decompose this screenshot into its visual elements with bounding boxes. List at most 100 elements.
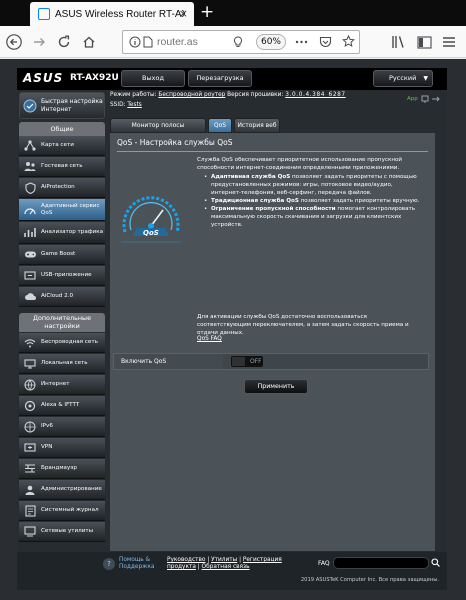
page-title: QoS - Настройка службы QoS: [117, 138, 233, 147]
home-button[interactable]: [80, 33, 98, 51]
tab-web-history[interactable]: История веб: [234, 118, 280, 133]
sidebar-item-ipv6[interactable]: IPv6: [19, 417, 105, 437]
utilities-link[interactable]: Утилиты: [211, 557, 237, 563]
vpn-icon: [22, 441, 38, 455]
sidebar-item-label: AiCloud 2.0: [41, 293, 74, 299]
sidebar-item-label: Локальная сеть: [41, 360, 88, 366]
quick-setup-icon: [23, 99, 37, 113]
mode-value[interactable]: Беспроводной роутер: [158, 92, 225, 98]
reboot-button[interactable]: Перезагрузка: [188, 70, 252, 87]
sidebar-item-traffic-analyzer[interactable]: Анализатор трафика: [19, 222, 105, 244]
feedback-link[interactable]: Обратная связь: [202, 564, 250, 570]
faq-label: FAQ: [318, 560, 330, 567]
wan-icon: [22, 378, 38, 392]
sidebar-toggle-button[interactable]: [415, 33, 433, 51]
sidebar-item-wireless[interactable]: Беспроводная сеть: [19, 333, 105, 353]
sidebar-icon: [416, 35, 432, 49]
bullet-title: Адаптивная служба QoS: [211, 174, 291, 180]
bullet-text: позволяет задать приоритеты вручную.: [298, 198, 420, 204]
lan-icon: [22, 357, 38, 371]
pocket-icon: [319, 36, 332, 47]
help-support-link[interactable]: Помощь & Поддержка: [119, 557, 159, 571]
enable-qos-row: Включить QoS OFF: [113, 353, 429, 370]
sidebar-item-wan[interactable]: Интернет: [19, 375, 105, 395]
quick-setup-button[interactable]: Быстрая настройка Интернет: [19, 92, 105, 119]
tab-bandwidth-monitor[interactable]: Монитор полосы пропускания: [110, 118, 206, 142]
enable-qos-toggle[interactable]: OFF: [231, 356, 263, 367]
more-actions-icon: [295, 40, 308, 44]
sidebar-item-firewall[interactable]: Брандмауэр: [19, 459, 105, 479]
logout-button[interactable]: Выход: [121, 70, 185, 87]
qos-activation-text: Для активации службы QoS достаточно восп…: [197, 314, 409, 336]
zoom-level-button[interactable]: 60%: [256, 34, 286, 50]
sidebar-item-label: VPN: [41, 444, 53, 450]
sidebar-item-label: USB-приложение: [41, 272, 92, 278]
new-tab-button[interactable]: +: [200, 3, 214, 21]
sidebar-item-label: Game Boost: [41, 251, 76, 257]
reload-button[interactable]: [55, 33, 73, 51]
firmware-label: Версия прошивки:: [227, 92, 284, 98]
search-icon[interactable]: [431, 558, 440, 569]
lightbulb-icon: [233, 36, 243, 47]
aicloud-icon: [22, 290, 38, 304]
sidebar-item-label: Alexa & IFTTT: [41, 402, 80, 408]
apply-button[interactable]: Применить: [244, 379, 308, 394]
sidebar-item-guest-network[interactable]: Гостевая сеть: [19, 157, 105, 177]
back-button[interactable]: [5, 33, 23, 51]
sidebar-item-alexa-ifttt[interactable]: Alexa & IFTTT: [19, 396, 105, 416]
menu-button[interactable]: [440, 33, 458, 51]
tab-qos[interactable]: QoS: [208, 118, 232, 133]
syslog-icon: [22, 504, 38, 518]
sidebar-item-vpn[interactable]: VPN: [19, 438, 105, 458]
faq-search-input[interactable]: [333, 557, 429, 569]
status-bar: Режим работы: Беспроводной роутер Версия…: [110, 90, 447, 114]
copyright: 2019 ASUSTeK Computer Inc. Все права защ…: [300, 577, 439, 583]
asus-logo: ASUS: [23, 71, 64, 85]
guest-network-icon: [22, 160, 38, 174]
ipv6-icon: [22, 420, 38, 434]
sidebar-item-label: Брандмауэр: [41, 465, 77, 471]
sidebar-item-qos[interactable]: Адаптивный сервис QoS: [19, 199, 105, 221]
browser-toolbar: router.as 60%: [0, 26, 466, 58]
wireless-icon: [22, 336, 38, 350]
browser-tab[interactable]: ASUS Wireless Router RT-AX92 ×: [30, 2, 194, 26]
qos-features-list: Адаптивная служба QoS позволяет задать п…: [204, 173, 424, 229]
forward-button[interactable]: [30, 33, 48, 51]
ssid-line: SSID: Tests: [110, 102, 142, 108]
address-bar[interactable]: router.as 60%: [122, 30, 360, 54]
app-status-label[interactable]: App: [407, 96, 418, 102]
wan-status-icon[interactable]: [421, 95, 429, 105]
admin-icon: [22, 483, 38, 497]
bookmark-star-icon: [342, 35, 355, 47]
qos-panel: QoS - Настройка службы QoS QoS Служба Qo…: [110, 133, 435, 551]
sidebar-item-label: Сетевые утилиты: [41, 528, 94, 534]
sidebar-item-network-map[interactable]: Карта сети: [19, 136, 105, 156]
reload-icon: [58, 35, 70, 48]
sidebar-item-administration[interactable]: Администрирование: [19, 480, 105, 500]
general-section-header: Общие: [19, 122, 105, 136]
sidebar-item-aicloud[interactable]: AiCloud 2.0: [19, 287, 105, 307]
url-text[interactable]: router.as: [157, 36, 198, 48]
close-tab-icon[interactable]: ×: [179, 7, 188, 20]
sidebar-item-aiprotection[interactable]: AiProtection: [19, 178, 105, 198]
network-map-icon: [22, 139, 38, 153]
usb-status-icon[interactable]: [431, 95, 440, 105]
sidebar-item-network-tools[interactable]: Сетевые утилиты: [19, 522, 105, 542]
advanced-section-header: Дополнительные настройки: [19, 313, 105, 332]
library-button[interactable]: [390, 33, 408, 51]
qos-faq-link[interactable]: QoS FAQ: [197, 336, 222, 342]
back-arrow-icon: [6, 34, 22, 50]
ssid-value[interactable]: Tests: [127, 102, 141, 108]
help-icon[interactable]: ?: [103, 558, 115, 570]
manual-link[interactable]: Руководство: [167, 557, 205, 563]
sidebar-item-lan[interactable]: Локальная сеть: [19, 354, 105, 374]
sidebar-item-system-log[interactable]: Системный журнал: [19, 501, 105, 521]
qos-speedometer-icon: QoS: [121, 196, 181, 243]
sidebar-item-game-boost[interactable]: Game Boost: [19, 245, 105, 265]
language-select[interactable]: Русский ▼: [373, 70, 433, 87]
sidebar-item-label: Интернет: [41, 381, 70, 387]
toggle-knob: [232, 357, 245, 366]
browser-tab-strip: ASUS Wireless Router RT-AX92 × +: [0, 0, 466, 26]
sidebar-item-usb-app[interactable]: USB-приложение: [19, 266, 105, 286]
firmware-value[interactable]: 3.0.0.4.384_6287: [285, 92, 345, 98]
